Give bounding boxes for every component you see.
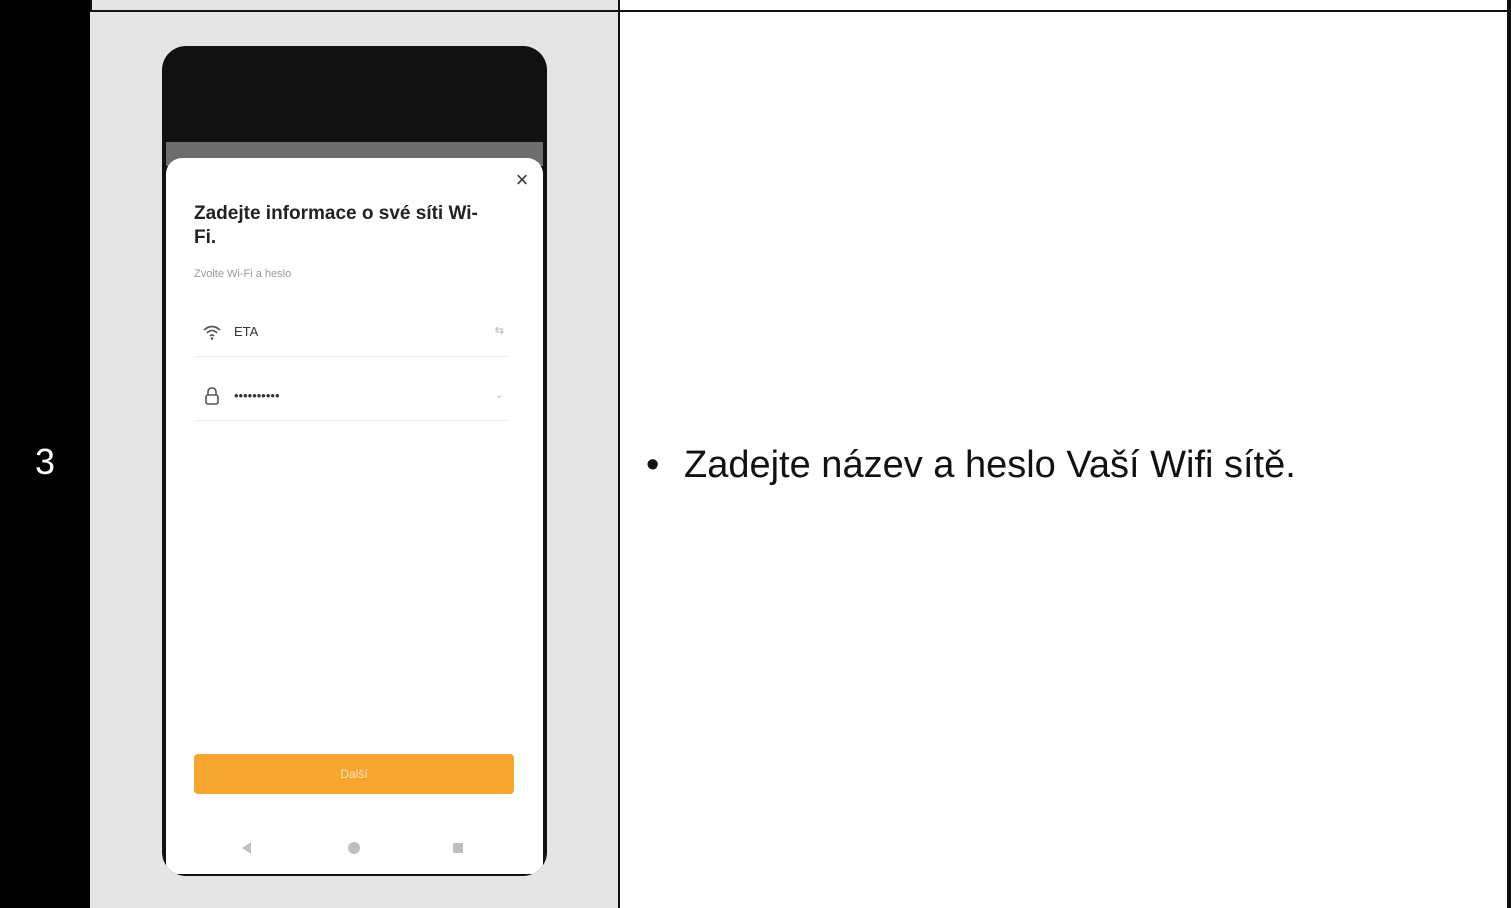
recent-apps-icon[interactable] xyxy=(453,843,463,853)
table-divider-left xyxy=(90,0,92,12)
bullet: • xyxy=(646,444,660,486)
home-icon[interactable] xyxy=(348,842,360,854)
show-password-icon[interactable]: ⌄ xyxy=(495,388,504,401)
next-button[interactable]: Další xyxy=(194,754,514,794)
table-divider-middle xyxy=(618,0,620,908)
instruction-text: • Zadejte název a heslo Vaší Wifi sítě. xyxy=(646,442,1486,488)
wifi-name-value: ETA xyxy=(234,324,259,339)
password-value: •••••••••• xyxy=(234,388,280,403)
close-icon[interactable]: × xyxy=(512,168,532,192)
back-icon[interactable] xyxy=(242,842,251,854)
phone-mockup: × Zadejte informace o své síti Wi-Fi. Zv… xyxy=(162,46,547,876)
sheet-subtitle: Zvolte Wi-Fi a heslo xyxy=(194,268,292,280)
wifi-icon xyxy=(203,325,221,340)
wifi-name-field[interactable]: ETA ⇆ xyxy=(194,312,508,357)
android-navbar xyxy=(162,828,547,876)
table-border-right xyxy=(1507,0,1511,908)
switch-network-icon[interactable]: ⇆ xyxy=(495,324,504,337)
wifi-sheet: × Zadejte informace o své síti Wi-Fi. Zv… xyxy=(166,158,543,874)
lock-icon xyxy=(205,387,219,405)
password-field[interactable]: •••••••••• ⌄ xyxy=(194,376,508,421)
sheet-title: Zadejte informace o své síti Wi-Fi. xyxy=(194,203,478,248)
step-column: 3 xyxy=(0,0,90,908)
table-divider-top xyxy=(90,10,1511,12)
step-number: 3 xyxy=(34,441,56,482)
instruction-label: Zadejte název a heslo Vaší Wifi sítě. xyxy=(684,444,1296,486)
